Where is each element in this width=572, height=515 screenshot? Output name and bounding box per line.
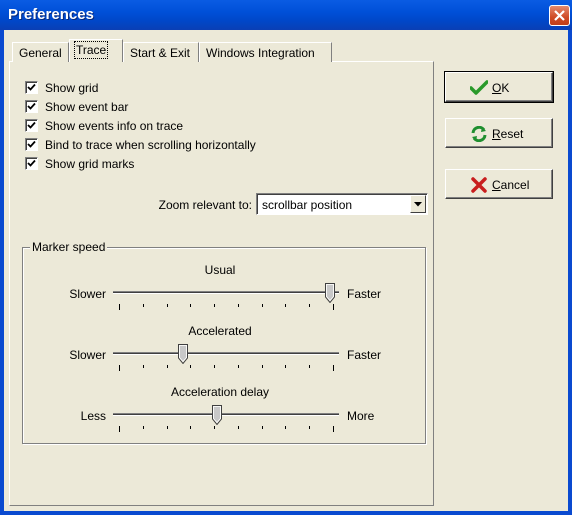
window-frame-bottom (0, 511, 572, 515)
slider-tick (285, 426, 286, 429)
slider-tick (214, 304, 215, 307)
zoom-dropdown-value: scrollbar position (262, 198, 353, 212)
checkbox-box[interactable] (25, 138, 38, 151)
tab-label: Windows Integration (206, 46, 315, 60)
chevron-down-icon (414, 202, 422, 207)
cancel-button-label: Cancel (492, 178, 530, 192)
ok-button-label: OK (492, 81, 510, 95)
slider-usual-track (113, 291, 339, 294)
slider-tick (262, 426, 263, 429)
slider-tick (214, 365, 215, 368)
slider-tick (309, 365, 310, 368)
zoom-label: Zoom relevant to: (158, 198, 252, 212)
slider-tick (333, 365, 334, 371)
slider-tick (262, 304, 263, 307)
slider-tick (119, 426, 120, 432)
tab-label: Trace (73, 41, 109, 59)
reset-button-label: Reset (492, 127, 524, 141)
tab-label: General (19, 46, 62, 60)
slider-usual-max-label: Faster (347, 287, 382, 301)
slider-accelerated-max-label: Faster (347, 348, 382, 362)
window-title: Preferences (8, 6, 94, 23)
slider-tick (143, 304, 144, 307)
checkmark-icon (27, 159, 36, 167)
close-icon (554, 10, 565, 21)
checkbox-label: Show grid marks (45, 157, 135, 171)
slider-usual-thumb[interactable] (325, 283, 335, 303)
slider-delay-min-label: Less (80, 409, 106, 423)
slider-tick (143, 365, 144, 368)
slider-delay-ticks (113, 426, 339, 432)
dropdown-button[interactable] (410, 195, 426, 213)
checkbox-label: Show grid (45, 81, 99, 95)
slider-delay-track (113, 413, 339, 416)
slider-tick (167, 365, 168, 368)
slider-accelerated-thumb[interactable] (178, 344, 188, 364)
checkmark-icon (470, 80, 488, 95)
slider-accelerated-ticks (113, 365, 339, 371)
cancel-button[interactable]: Cancel (445, 169, 553, 199)
slider-accelerated-track (113, 352, 339, 355)
slider-tick (190, 426, 191, 429)
window-frame-right (568, 30, 572, 515)
slider-tick (285, 365, 286, 368)
tab-trace[interactable]: Trace (69, 39, 123, 62)
title-bar[interactable]: Preferences (0, 0, 572, 30)
tab-start-exit[interactable]: Start & Exit (123, 42, 199, 62)
slider-tick (119, 304, 120, 310)
slider-accelerated-min-label: Slower (69, 348, 106, 362)
slider-delay-max-label: More (347, 409, 375, 423)
slider-tick (309, 426, 310, 429)
slider-tick (285, 304, 286, 307)
slider-tick (238, 426, 239, 429)
checkmark-icon (27, 140, 36, 148)
checkmark-icon (27, 83, 36, 91)
slider-tick (333, 304, 334, 310)
reset-button[interactable]: Reset (445, 118, 553, 148)
checkbox-label: Show events info on trace (45, 119, 184, 133)
marker-speed-title: Marker speed (30, 240, 108, 254)
slider-tick (238, 365, 239, 368)
checkbox-box[interactable] (25, 81, 38, 94)
slider-tick (309, 304, 310, 307)
slider-usual-label: Usual (204, 263, 236, 277)
window-frame-left (0, 30, 4, 515)
checkbox-label: Show event bar (45, 100, 129, 114)
slider-tick (167, 304, 168, 307)
zoom-dropdown[interactable]: scrollbar position (256, 193, 428, 215)
slider-usual-min-label: Slower (69, 287, 106, 301)
tab-general[interactable]: General (12, 42, 69, 62)
slider-delay-thumb[interactable] (212, 405, 222, 425)
tab-windows-integration[interactable]: Windows Integration (199, 42, 332, 62)
slider-tick (143, 426, 144, 429)
checkmark-icon (27, 121, 36, 129)
checkbox-label: Bind to trace when scrolling horizontall… (45, 138, 256, 152)
checkbox-box[interactable] (25, 157, 38, 170)
slider-tick (262, 365, 263, 368)
ok-button[interactable]: OK (444, 71, 554, 103)
slider-usual-ticks (113, 304, 339, 310)
checkbox-box[interactable] (25, 100, 38, 113)
slider-tick (167, 426, 168, 429)
slider-tick (214, 426, 215, 429)
close-button[interactable] (549, 5, 570, 26)
slider-tick (333, 426, 334, 432)
slider-delay-label: Acceleration delay (170, 385, 270, 399)
tab-label: Start & Exit (130, 46, 191, 60)
slider-accelerated-label: Accelerated (188, 324, 252, 338)
slider-tick (238, 304, 239, 307)
slider-tick (190, 304, 191, 307)
slider-tick (190, 365, 191, 368)
checkmark-icon (27, 102, 36, 110)
x-icon (471, 177, 487, 193)
slider-tick (119, 365, 120, 371)
checkbox-box[interactable] (25, 119, 38, 132)
refresh-icon (471, 126, 487, 142)
